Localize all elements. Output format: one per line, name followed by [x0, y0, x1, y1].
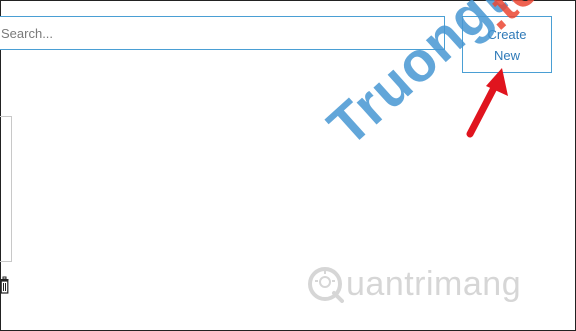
- red-arrow-annotation: [466, 68, 508, 138]
- watermark-brand-text: uantrimang: [346, 264, 522, 303]
- list-panel: [0, 116, 12, 262]
- quantrimang-logo-icon: [308, 267, 344, 303]
- trash-icon[interactable]: [0, 276, 10, 294]
- search-field[interactable]: [0, 16, 445, 50]
- search-input[interactable]: [0, 17, 444, 49]
- watermark-brand: uantrimang: [306, 262, 521, 306]
